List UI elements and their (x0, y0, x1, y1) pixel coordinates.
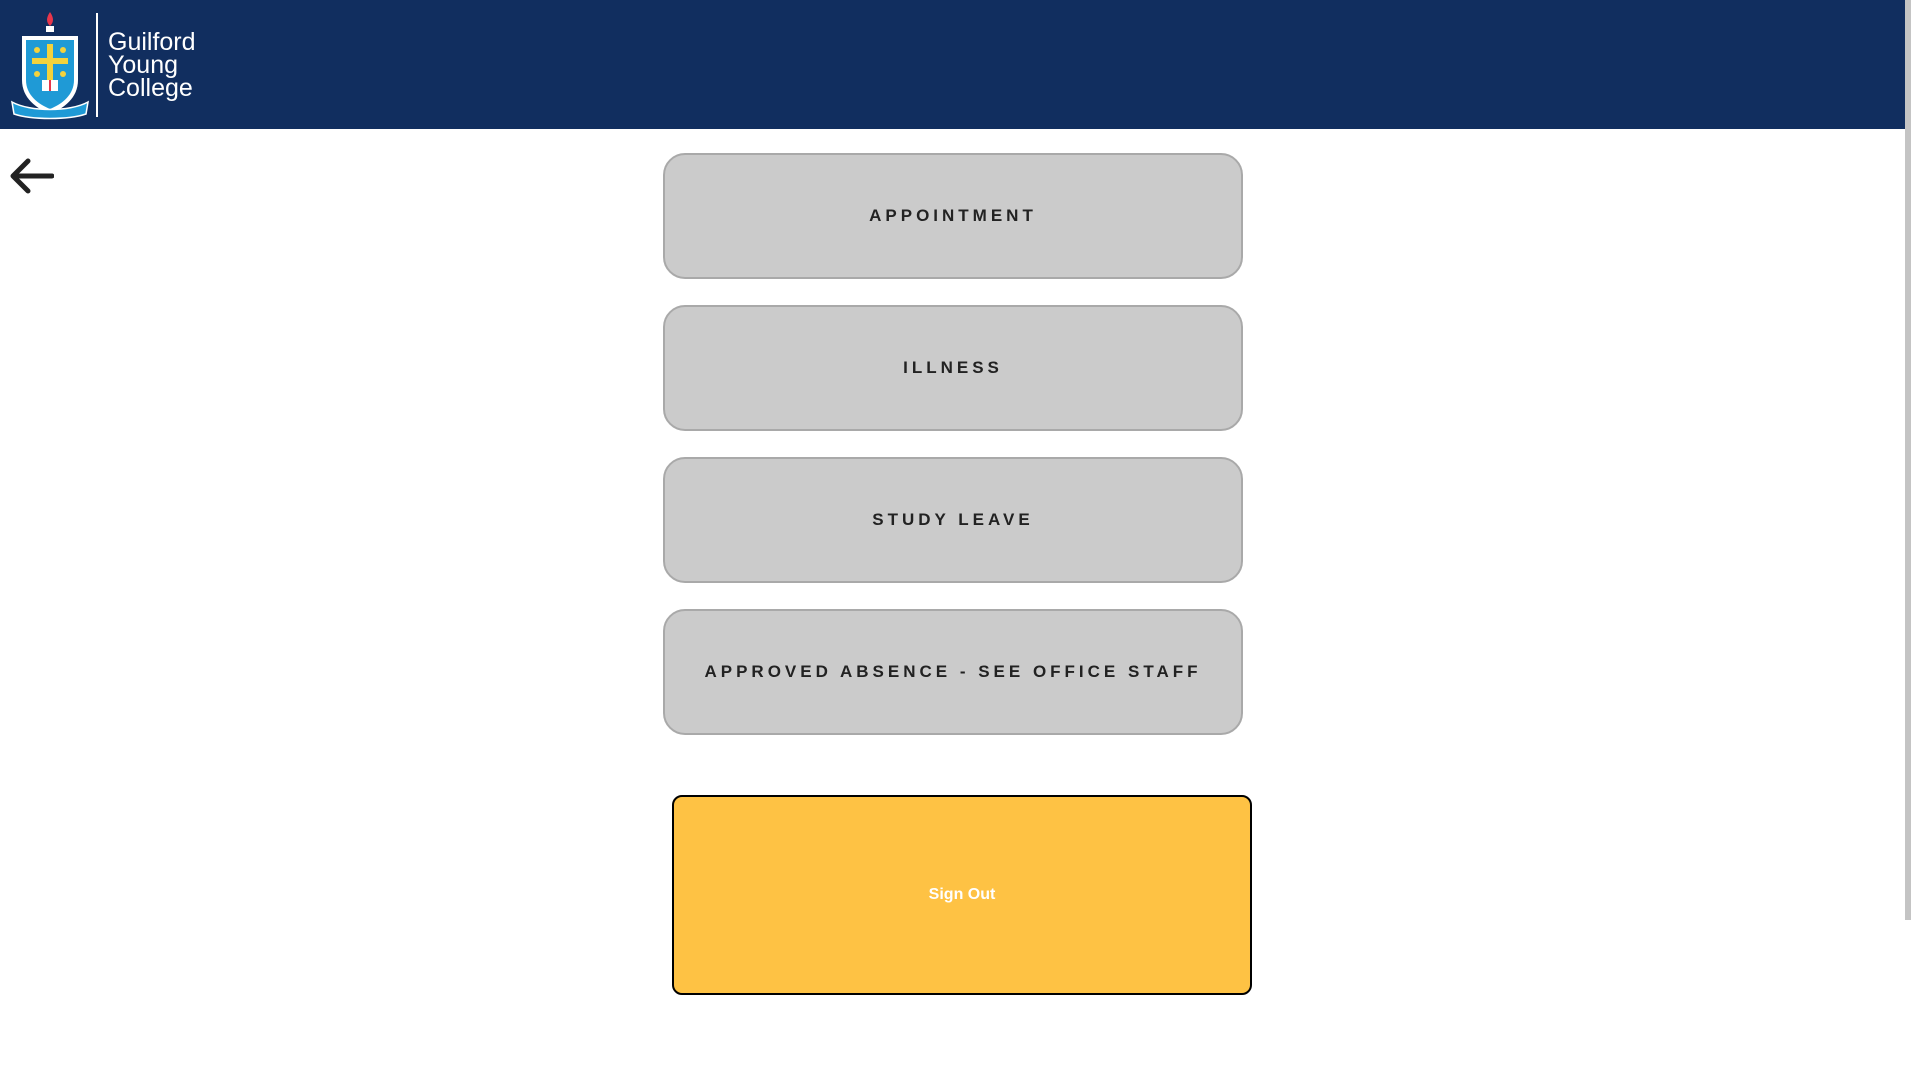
college-logo[interactable]: Guilford Young College (10, 10, 196, 120)
logo-line-3: College (108, 73, 193, 102)
study-leave-button-label: STUDY LEAVE (872, 510, 1034, 529)
approved-absence-button[interactable]: APPROVED ABSENCE - SEE OFFICE STAFF (663, 609, 1243, 735)
logo-divider (96, 13, 98, 117)
approved-absence-button-label: APPROVED ABSENCE - SEE OFFICE STAFF (704, 662, 1202, 681)
arrow-left-icon[interactable] (8, 155, 54, 197)
header-bar: Guilford Young College (0, 0, 1905, 129)
logo-wordmark: Guilford Young College (108, 29, 196, 102)
appointment-button[interactable]: APPOINTMENT (663, 153, 1243, 279)
illness-button-label: ILLNESS (903, 358, 1003, 377)
school-crest-icon (11, 12, 89, 120)
illness-button[interactable]: ILLNESS (663, 305, 1243, 431)
sign-out-button-label: Sign Out (928, 886, 996, 903)
study-leave-button[interactable]: STUDY LEAVE (663, 457, 1243, 583)
sign-out-button[interactable]: Sign Out (672, 795, 1252, 995)
vertical-scrollbar[interactable] (1905, 0, 1911, 920)
page: Guilford Young College APPOINTMENT ILLNE… (0, 0, 1911, 1080)
appointment-button-label: APPOINTMENT (869, 206, 1037, 225)
